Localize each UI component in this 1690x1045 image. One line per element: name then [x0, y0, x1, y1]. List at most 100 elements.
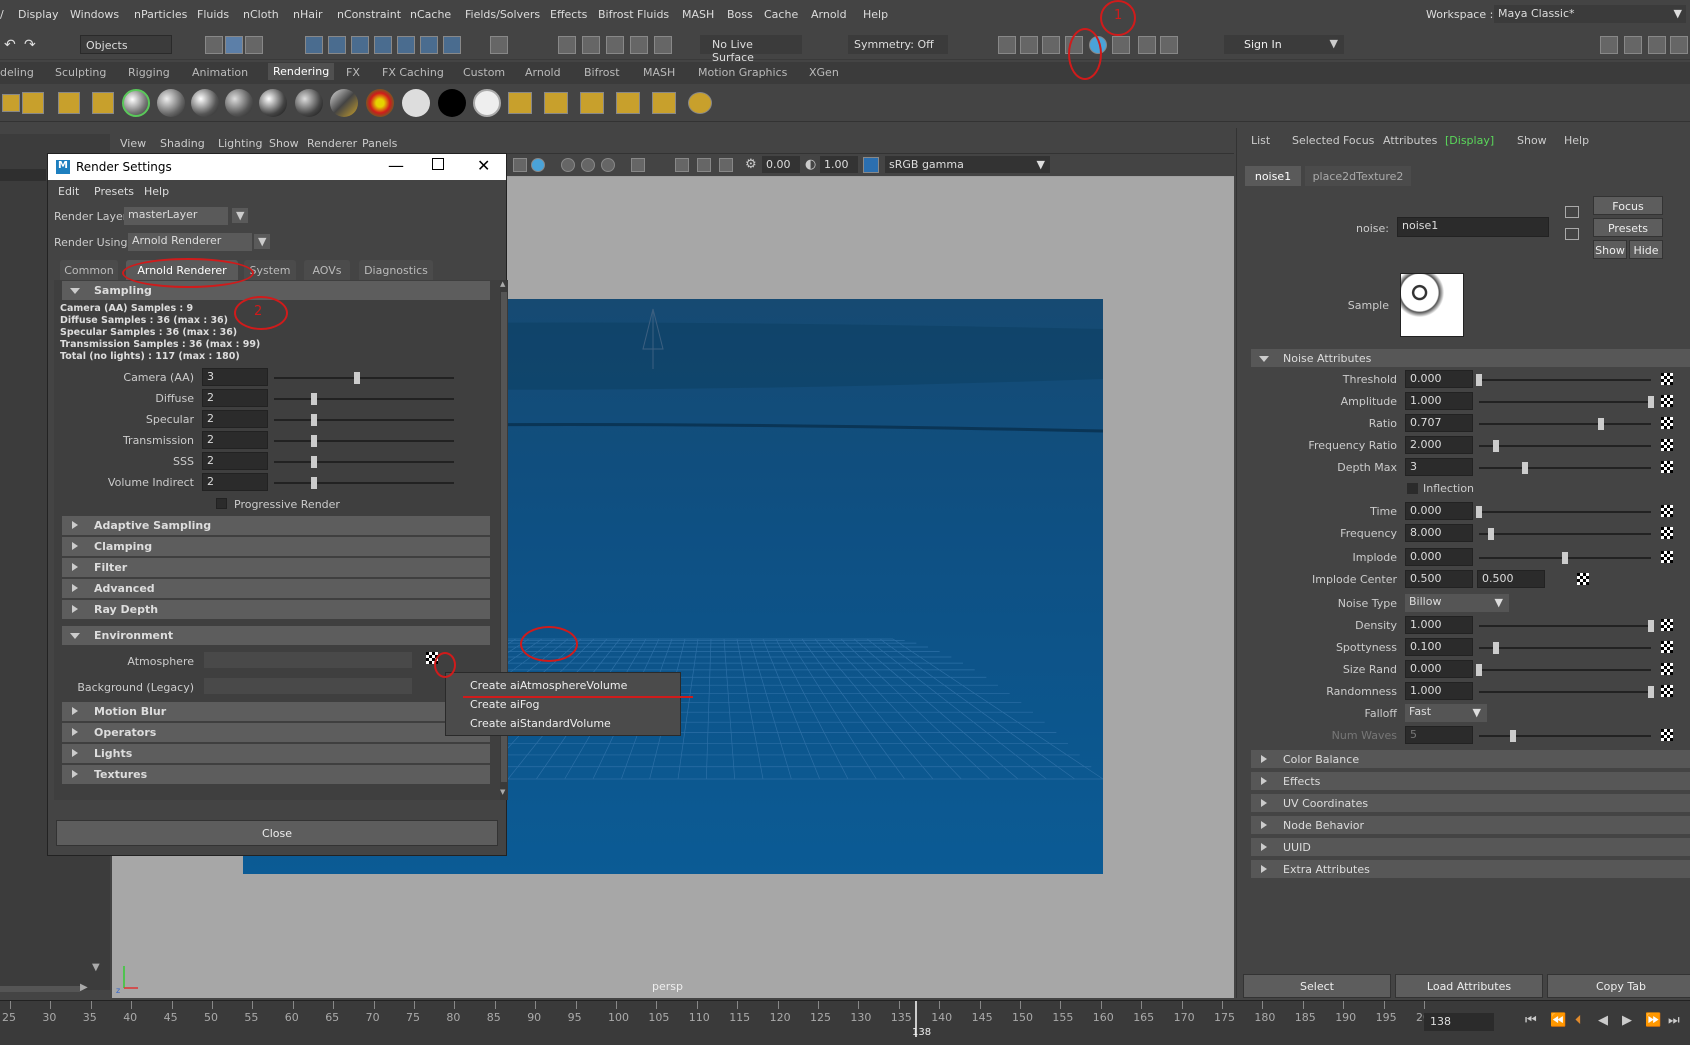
window-title-bar[interactable]: M Render Settings — ✕: [48, 154, 506, 180]
area-light-icon[interactable]: [58, 92, 80, 114]
use-background-icon[interactable]: [438, 89, 466, 117]
lighting-icon[interactable]: [513, 158, 527, 172]
attr-field[interactable]: 1.000: [1405, 616, 1473, 634]
tab-diagnostics[interactable]: Diagnostics: [359, 260, 433, 280]
isolate-select-icon[interactable]: [631, 158, 645, 172]
modeling-toolkit-icon[interactable]: [1600, 36, 1618, 54]
ae-menu-item[interactable]: Focus: [1343, 134, 1374, 147]
map-button-icon[interactable]: [1661, 373, 1673, 385]
tab-common[interactable]: Common: [60, 260, 118, 280]
slider-track[interactable]: [1479, 401, 1651, 403]
shelf-tab[interactable]: Arnold: [525, 66, 561, 79]
slider-thumb[interactable]: [310, 435, 317, 447]
slider-track[interactable]: [1479, 691, 1651, 693]
slider-track[interactable]: [1479, 445, 1651, 447]
sampling-section-header[interactable]: Sampling: [62, 281, 490, 300]
attr-field[interactable]: 5: [1405, 726, 1473, 744]
shelf-tab[interactable]: MASH: [643, 66, 675, 79]
attr-field[interactable]: 0.000: [1405, 548, 1473, 566]
pause-icon[interactable]: [1160, 36, 1178, 54]
snap-live-icon[interactable]: [420, 36, 438, 54]
slider-thumb[interactable]: [1648, 396, 1654, 408]
minimize-icon[interactable]: —: [388, 156, 404, 175]
slider-track[interactable]: [1479, 533, 1651, 535]
attr-field[interactable]: 0.000: [1405, 660, 1473, 678]
shelf-tab[interactable]: FX Caching: [382, 66, 444, 79]
shelf-tab[interactable]: Animation: [192, 66, 248, 79]
map-button-icon[interactable]: [1661, 641, 1673, 653]
menu-item[interactable]: Fluids: [197, 8, 229, 21]
slider-track[interactable]: [1479, 511, 1651, 513]
section-ray-depth[interactable]: Ray Depth: [62, 600, 490, 619]
snap-surface-icon[interactable]: [374, 36, 392, 54]
menu-item[interactable]: Cache: [764, 8, 798, 21]
slider-thumb[interactable]: [1597, 418, 1604, 430]
viewport-menu-item[interactable]: View: [120, 137, 146, 150]
atmosphere-field[interactable]: [204, 652, 412, 668]
render-settings-menu-item[interactable]: Edit: [58, 185, 79, 198]
menu-item[interactable]: Boss: [727, 8, 753, 21]
menu-item[interactable]: Effects: [550, 8, 587, 21]
show-button[interactable]: Show: [1593, 240, 1627, 259]
render-layer-dropdown[interactable]: masterLayer: [124, 207, 228, 225]
slider-thumb[interactable]: [1493, 440, 1500, 452]
standard-surface-shader-icon[interactable]: [122, 89, 150, 117]
viewport-menu-item[interactable]: Panels: [362, 137, 397, 150]
map-button-icon[interactable]: [1661, 439, 1673, 451]
select-button[interactable]: Select: [1243, 974, 1391, 998]
menu-item[interactable]: Arnold: [811, 8, 847, 21]
ae-tab[interactable]: place2dTexture2: [1305, 166, 1411, 186]
attr-field[interactable]: 3: [1405, 458, 1473, 476]
current-frame-field[interactable]: 138: [1424, 1013, 1494, 1031]
view-transform-dropdown[interactable]: sRGB gamma ▼: [885, 156, 1050, 173]
shelf-tab[interactable]: XGen: [809, 66, 839, 79]
map-button-icon[interactable]: [1661, 551, 1673, 563]
undo-icon[interactable]: ↶: [4, 37, 16, 53]
scroll-up-icon[interactable]: ▲: [500, 280, 505, 288]
render-pass-icon[interactable]: [616, 92, 640, 114]
scroll-down-icon[interactable]: ▼: [500, 788, 505, 796]
slider-track[interactable]: [274, 419, 454, 421]
map-button-icon[interactable]: [1577, 573, 1589, 585]
menu-item[interactable]: /: [0, 8, 4, 21]
ambient-occlusion-icon[interactable]: [561, 158, 575, 172]
menu-item[interactable]: nConstraint: [337, 8, 401, 21]
render-layer-icon[interactable]: [580, 92, 604, 114]
implode-center-x[interactable]: 0.500: [1405, 570, 1473, 588]
sampling-field-input[interactable]: 2: [202, 410, 268, 428]
scroll-down-icon[interactable]: ▼: [92, 962, 100, 973]
horizontal-scrollbar[interactable]: [0, 986, 80, 992]
shading-map-icon[interactable]: [473, 89, 501, 117]
hide-button[interactable]: Hide: [1629, 240, 1663, 259]
ae-tab[interactable]: noise1: [1245, 166, 1301, 186]
popup-menu-item[interactable]: Create aiFog: [470, 698, 540, 711]
paint-select-icon[interactable]: [245, 36, 263, 54]
sampling-field-input[interactable]: 2: [202, 389, 268, 407]
select-tool-icon[interactable]: [205, 36, 223, 54]
snap-edge-icon[interactable]: [443, 36, 461, 54]
slider-thumb[interactable]: [1488, 528, 1495, 540]
map-button-icon[interactable]: [1661, 729, 1673, 741]
ae-menu-item[interactable]: Selected: [1292, 134, 1340, 147]
load-attributes-button[interactable]: Load Attributes: [1395, 974, 1543, 998]
lock-icon[interactable]: [490, 36, 508, 54]
snap-grid-icon[interactable]: [305, 36, 323, 54]
attr-field[interactable]: 2.000: [1405, 436, 1473, 454]
section-clamping[interactable]: Clamping: [62, 537, 490, 556]
map-button-icon[interactable]: [1661, 527, 1673, 539]
slider-thumb[interactable]: [310, 456, 317, 468]
render-sequence-icon[interactable]: [508, 92, 532, 114]
slider-thumb[interactable]: [1522, 462, 1529, 474]
snap-view-icon[interactable]: [397, 36, 415, 54]
map-button-icon[interactable]: [1661, 663, 1673, 675]
attr-field[interactable]: 1.000: [1405, 682, 1473, 700]
ae-section-node-behavior[interactable]: Node Behavior: [1251, 816, 1690, 834]
phonge-shader-icon[interactable]: [259, 89, 287, 117]
viewport-menu-item[interactable]: Shading: [160, 137, 205, 150]
shelf-tab[interactable]: Custom: [463, 66, 505, 79]
gamma-field[interactable]: 1.00: [820, 156, 858, 173]
spot-light-icon[interactable]: [92, 92, 114, 114]
output-ops-icon[interactable]: [606, 36, 624, 54]
ae-section-uv-coordinates[interactable]: UV Coordinates: [1251, 794, 1690, 812]
sampling-field-input[interactable]: 2: [202, 473, 268, 491]
